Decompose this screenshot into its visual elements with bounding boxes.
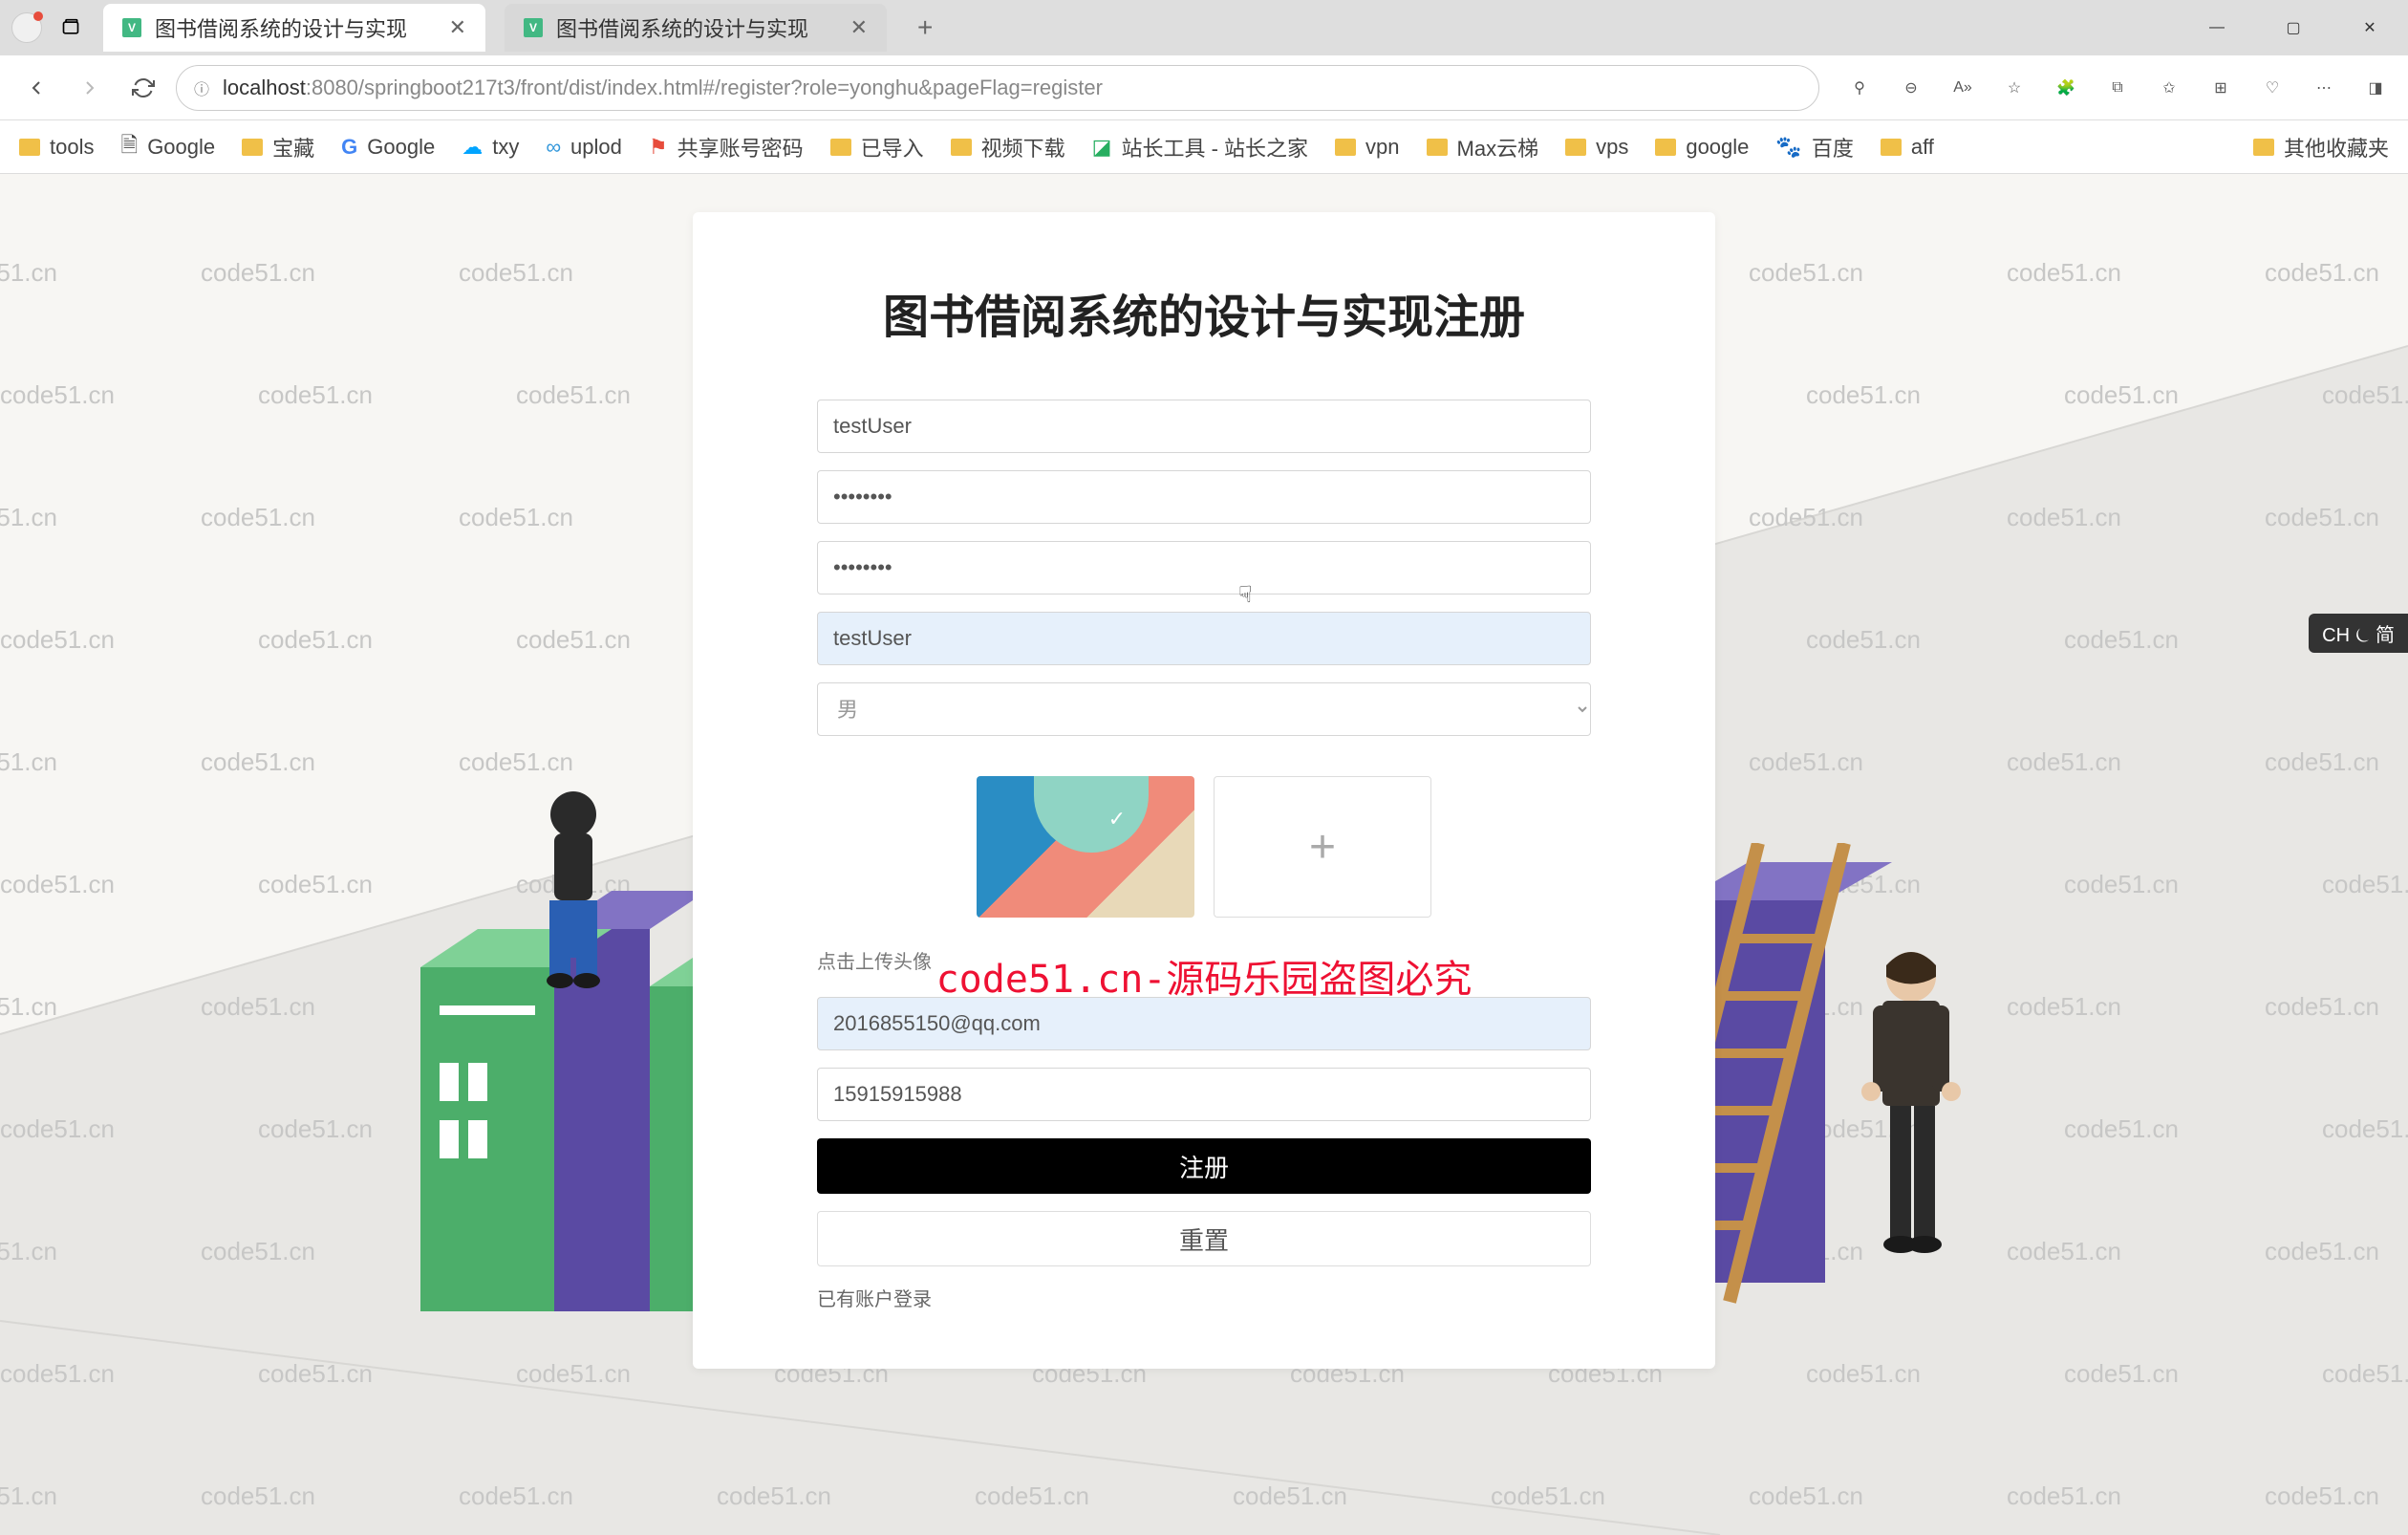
nickname-input[interactable]: [817, 612, 1591, 665]
bookmark-other[interactable]: 其他收藏夹: [2253, 132, 2389, 162]
bookmark-share[interactable]: ⚑共享账号密码: [649, 132, 804, 162]
new-tab-button[interactable]: +: [902, 12, 948, 43]
folder-icon: [2253, 139, 2274, 156]
google-icon: G: [341, 135, 357, 160]
extensions-icon[interactable]: 🧩: [2049, 71, 2083, 105]
addressbar[interactable]: ⓘ localhost:8080/springboot217t3/front/d…: [176, 65, 1819, 111]
login-link[interactable]: 已有账户登录: [817, 1284, 1591, 1311]
back-button[interactable]: [15, 67, 57, 109]
bookmark-baidu[interactable]: 🐾百度: [1775, 132, 1853, 162]
favorite-icon[interactable]: ☆: [1997, 71, 2032, 105]
bookmark-zhanzhang[interactable]: ◪站长工具 - 站长之家: [1092, 132, 1308, 162]
tab-inactive[interactable]: V 图书借阅系统的设计与实现 ✕: [505, 4, 887, 52]
bookmark-vps[interactable]: vps: [1565, 135, 1628, 160]
bookmark-video[interactable]: 视频下载: [951, 132, 1065, 162]
bookmark-tools[interactable]: tools: [19, 135, 94, 160]
page-icon: 🗎: [120, 129, 138, 165]
collections-icon[interactable]: ⊞: [2204, 71, 2238, 105]
tab-active[interactable]: V 图书借阅系统的设计与实现 ✕: [103, 4, 485, 52]
share-icon: ⚑: [649, 135, 668, 160]
register-card: 图书借阅系统的设计与实现注册 男 ✓ + 点击上传头像 注册 重置 已有账户登录: [693, 212, 1715, 1369]
folder-icon: [1565, 139, 1586, 156]
bookmark-google[interactable]: 🗎Google: [120, 129, 215, 165]
search-icon[interactable]: ⚲: [1842, 71, 1877, 105]
email-input[interactable]: [817, 997, 1591, 1050]
username-input[interactable]: [817, 400, 1591, 453]
bookmark-txy[interactable]: ☁txy: [462, 135, 519, 160]
tab-title: 图书借阅系统的设计与实现: [556, 12, 837, 43]
forward-button[interactable]: [69, 67, 111, 109]
vue-favicon-icon: V: [524, 18, 543, 37]
tabs-overview-icon[interactable]: [57, 14, 84, 41]
bookmark-vpn[interactable]: vpn: [1335, 135, 1399, 160]
split-icon[interactable]: ⧉: [2100, 71, 2135, 105]
phone-input[interactable]: [817, 1068, 1591, 1121]
close-window-button[interactable]: ✕: [2332, 0, 2408, 55]
folder-icon: [830, 139, 851, 156]
register-button[interactable]: 注册: [817, 1138, 1591, 1194]
check-icon: ✓: [1108, 807, 1126, 832]
ime-badge[interactable]: CH ⏾ 简: [2309, 614, 2408, 653]
sidebar-toggle-icon[interactable]: ◨: [2358, 71, 2393, 105]
avatar-preview[interactable]: ✓: [977, 776, 1194, 918]
folder-icon: [1655, 139, 1676, 156]
page-content: code51.cncode51.cncode51.cncode51.cncode…: [0, 174, 2408, 1535]
info-icon[interactable]: ⓘ: [194, 76, 209, 99]
upload-icon: ∞: [546, 135, 561, 160]
folder-icon: [951, 139, 972, 156]
profile-icon[interactable]: [11, 12, 42, 43]
confirm-password-input[interactable]: [817, 541, 1591, 595]
vue-favicon-icon: V: [122, 18, 141, 37]
bookmarks-bar: tools 🗎Google 宝藏 GGoogle ☁txy ∞uplod ⚑共享…: [0, 120, 2408, 174]
password-input[interactable]: [817, 470, 1591, 524]
bookmark-max[interactable]: Max云梯: [1427, 132, 1539, 162]
bookmark-baozang[interactable]: 宝藏: [242, 132, 314, 162]
cloud-icon: ☁: [462, 135, 483, 160]
reset-button[interactable]: 重置: [817, 1211, 1591, 1266]
bookmark-google3[interactable]: google: [1655, 135, 1749, 160]
minimize-button[interactable]: —: [2179, 0, 2255, 55]
tab-title: 图书借阅系统的设计与实现: [155, 12, 436, 43]
page-title: 图书借阅系统的设计与实现注册: [817, 279, 1591, 346]
refresh-button[interactable]: [122, 67, 164, 109]
more-icon[interactable]: ⋯: [2307, 71, 2341, 105]
bookmark-uplod[interactable]: ∞uplod: [546, 135, 622, 160]
folder-icon: [242, 139, 263, 156]
titlebar: V 图书借阅系统的设计与实现 ✕ V 图书借阅系统的设计与实现 ✕ + — ▢ …: [0, 0, 2408, 55]
zoom-icon[interactable]: ⊖: [1894, 71, 1928, 105]
favorites-bar-icon[interactable]: ✩: [2152, 71, 2186, 105]
tab-close-icon[interactable]: ✕: [850, 15, 868, 40]
toolbar: ⓘ localhost:8080/springboot217t3/front/d…: [0, 55, 2408, 120]
watermark-red: code51.cn-源码乐园盗图必究: [936, 948, 1473, 1004]
maximize-button[interactable]: ▢: [2255, 0, 2332, 55]
folder-icon: [1427, 139, 1448, 156]
baidu-icon: 🐾: [1775, 135, 1801, 160]
gender-select[interactable]: 男: [817, 682, 1591, 736]
bookmark-imported[interactable]: 已导入: [830, 132, 924, 162]
folder-icon: [1335, 139, 1356, 156]
upload-add-button[interactable]: +: [1214, 776, 1431, 918]
read-aloud-icon[interactable]: A»: [1946, 71, 1980, 105]
tool-icon: ◪: [1092, 135, 1112, 160]
bookmark-google2[interactable]: GGoogle: [341, 135, 435, 160]
folder-icon: [19, 139, 40, 156]
url-text: localhost:8080/springboot217t3/front/dis…: [223, 76, 1103, 100]
bookmark-aff[interactable]: aff: [1881, 135, 1934, 160]
tab-close-icon[interactable]: ✕: [449, 15, 466, 40]
heart-icon[interactable]: ♡: [2255, 71, 2290, 105]
folder-icon: [1881, 139, 1902, 156]
cursor-icon: ☟: [1238, 581, 1253, 609]
